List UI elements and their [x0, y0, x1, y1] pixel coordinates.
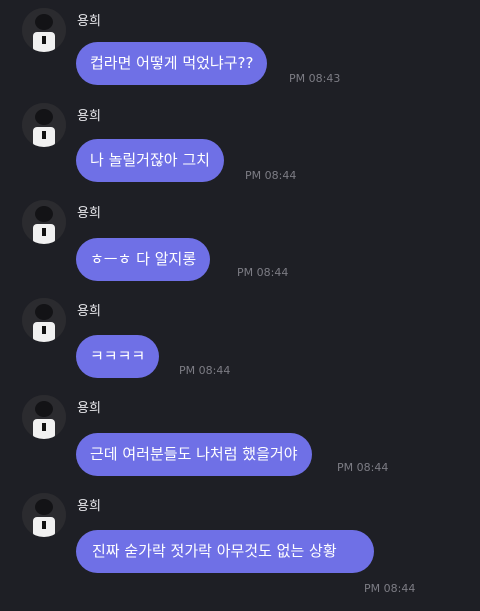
message-bubble[interactable]: ㅋㅋㅋㅋ: [76, 335, 160, 378]
sender-name: 용희: [77, 499, 101, 514]
message-timestamp: PM 08:44: [245, 169, 297, 182]
message-timestamp: PM 08:43: [289, 72, 341, 85]
avatar[interactable]: [22, 103, 66, 147]
avatar[interactable]: [22, 493, 66, 537]
profile-photo-icon: [22, 395, 66, 439]
avatar[interactable]: [22, 200, 66, 244]
sender-name: 용희: [77, 304, 101, 319]
message-bubble[interactable]: 컵라면 어떻게 먹었냐구??: [76, 42, 268, 85]
message-bubble[interactable]: ㅎㅡㅎ 다 알지롱: [76, 238, 211, 281]
message-timestamp: PM 08:44: [179, 364, 231, 377]
sender-name: 용희: [77, 14, 101, 29]
profile-photo-icon: [22, 8, 66, 52]
avatar[interactable]: [22, 395, 66, 439]
profile-photo-icon: [22, 493, 66, 537]
message-timestamp: PM 08:44: [337, 461, 389, 474]
message-bubble[interactable]: 나 놀릴거잖아 그치: [76, 139, 224, 182]
profile-photo-icon: [22, 103, 66, 147]
sender-name: 용희: [77, 109, 101, 124]
message-bubble[interactable]: 진짜 숟가락 젓가락 아무것도 없는 상황: [76, 530, 374, 573]
sender-name: 용희: [77, 206, 101, 221]
message-timestamp: PM 08:44: [364, 582, 416, 595]
profile-photo-icon: [22, 200, 66, 244]
sender-name: 용희: [77, 401, 101, 416]
message-bubble[interactable]: 근데 여러분들도 나처럼 했을거야: [76, 433, 312, 476]
avatar[interactable]: [22, 8, 66, 52]
chat-screen: 용희 컵라면 어떻게 먹었냐구?? PM 08:43 용희 나 놀릴거잖아 그치…: [0, 0, 480, 611]
message-timestamp: PM 08:44: [237, 266, 289, 279]
profile-photo-icon: [22, 298, 66, 342]
avatar[interactable]: [22, 298, 66, 342]
